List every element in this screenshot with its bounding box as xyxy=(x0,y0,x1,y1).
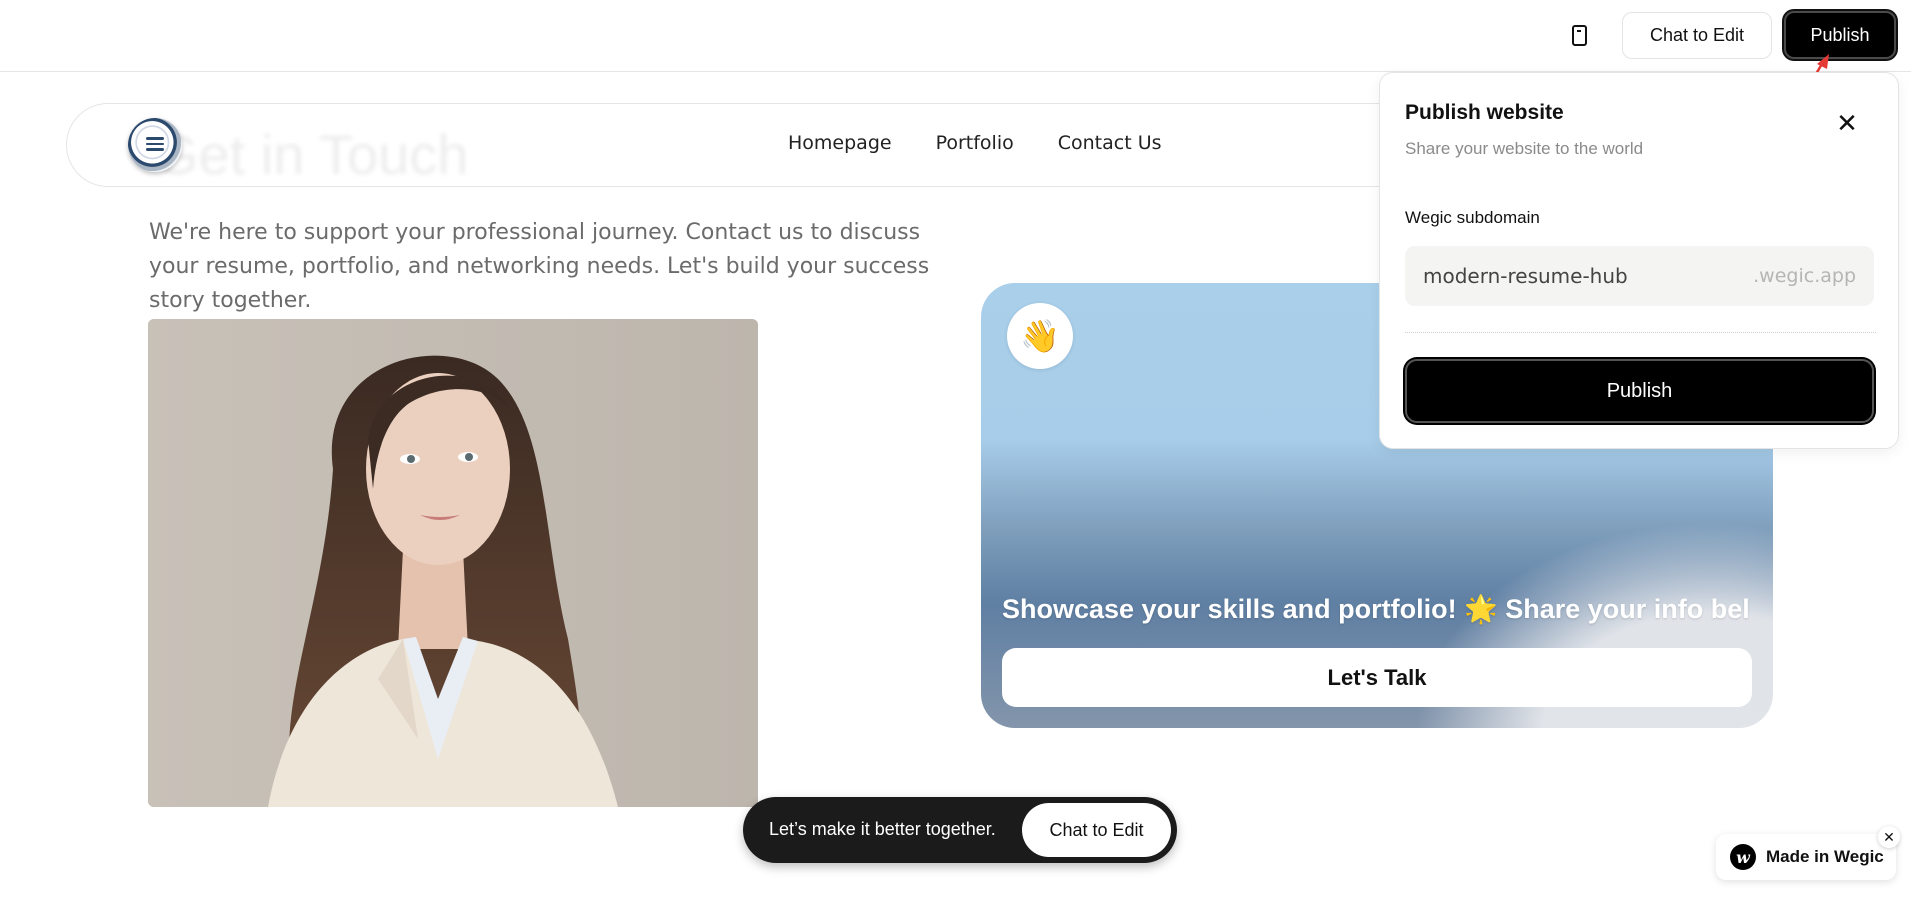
feedback-message: Let’s make it better together. xyxy=(769,819,996,839)
made-in-wegic-label: Made in Wegic xyxy=(1766,847,1884,866)
subdomain-field[interactable]: .wegic.app xyxy=(1405,246,1874,306)
close-icon[interactable]: ✕ xyxy=(1835,110,1859,136)
nav-links: Homepage Portfolio Contact Us xyxy=(788,132,1162,154)
subdomain-label: Wegic subdomain xyxy=(1405,208,1540,227)
mobile-preview-button[interactable] xyxy=(1566,22,1592,48)
nav-link-portfolio[interactable]: Portfolio xyxy=(936,132,1014,154)
mobile-device-icon xyxy=(1571,24,1587,46)
lets-talk-button[interactable]: Let's Talk xyxy=(1002,648,1752,707)
divider xyxy=(1405,332,1876,333)
waving-hand-icon: 👋 xyxy=(1007,303,1073,369)
subdomain-input[interactable] xyxy=(1423,264,1754,288)
close-badge-icon[interactable]: ✕ xyxy=(1878,826,1900,848)
wegic-logo-icon: w xyxy=(1730,844,1756,870)
publish-popover: Publish website Share your website to th… xyxy=(1379,72,1899,449)
popover-title: Publish website xyxy=(1405,101,1564,124)
card-headline: Showcase your skills and portfolio! 🌟 Sh… xyxy=(1002,594,1750,624)
ghost-page-title: Get in Touch xyxy=(155,123,469,186)
feedback-bar: Let’s make it better together. Chat to E… xyxy=(743,797,1177,863)
editor-toolbar: Chat to Edit Publish xyxy=(0,0,1911,72)
subdomain-suffix: .wegic.app xyxy=(1753,265,1856,287)
chat-to-edit-button[interactable]: Chat to Edit xyxy=(1622,12,1772,59)
publish-confirm-button[interactable]: Publish xyxy=(1405,359,1874,423)
portrait-image xyxy=(148,319,758,807)
intro-paragraph: We're here to support your professional … xyxy=(149,220,930,313)
bottom-chat-to-edit-button[interactable]: Chat to Edit xyxy=(1022,803,1171,857)
popover-subtitle: Share your website to the world xyxy=(1405,139,1644,158)
nav-link-contact-us[interactable]: Contact Us xyxy=(1058,132,1162,154)
nav-link-homepage[interactable]: Homepage xyxy=(788,132,892,154)
made-in-wegic-badge[interactable]: w Made in Wegic xyxy=(1716,834,1896,880)
site-logo-icon[interactable] xyxy=(128,118,182,172)
